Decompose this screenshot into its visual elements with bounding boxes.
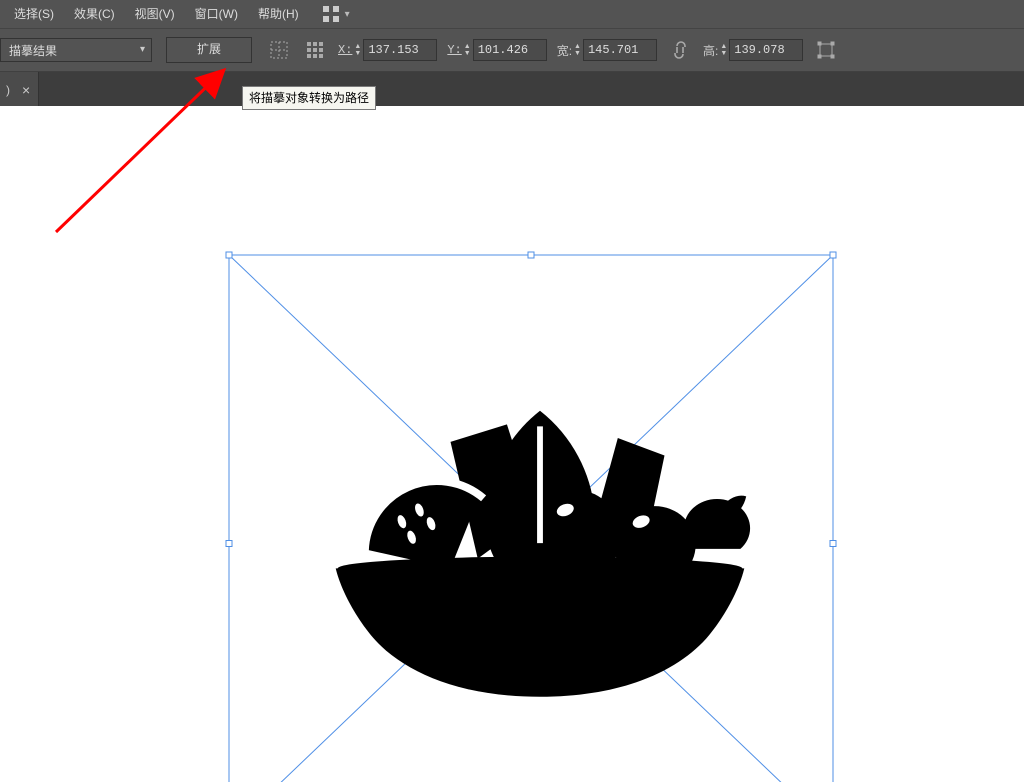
document-tab-bar: ) × [0,72,1024,109]
menu-window[interactable]: 窗口(W) [185,0,248,28]
expand-button[interactable]: 扩展 [166,37,252,63]
chevron-down-icon: ▾ [140,44,145,55]
menu-help[interactable]: 帮助(H) [248,0,309,28]
stepper-arrows-icon[interactable]: ▲▼ [464,43,471,57]
stepper-arrows-icon[interactable]: ▲▼ [354,43,361,57]
free-transform-icon[interactable] [813,37,839,63]
menu-bar: 选择(S) 效果(C) 视图(V) 窗口(W) 帮助(H) ▾ [0,0,1024,28]
y-field[interactable]: ▲▼ [464,39,547,61]
menu-view[interactable]: 视图(V) [125,0,185,28]
menu-effect[interactable]: 效果(C) [64,0,125,28]
canvas[interactable] [0,106,1024,782]
close-icon[interactable]: × [22,82,30,98]
h-label: 高: [703,42,718,59]
control-bar: 描摹结果 ▾ 扩展 X: ▲▼ Y: ▲▼ 宽: ▲▼ [0,28,1024,72]
y-input[interactable] [473,39,547,61]
document-tab-label: ) [0,83,16,97]
distribute-grid-icon[interactable] [302,37,328,63]
y-label: Y: [447,43,461,57]
tab-bar-spacer [38,72,1024,108]
h-field[interactable]: ▲▼ [720,39,803,61]
trace-preset-label: 描摹结果 [9,42,57,59]
link-wh-icon[interactable] [667,37,693,63]
stepper-arrows-icon[interactable]: ▲▼ [720,43,727,57]
w-input[interactable] [583,39,657,61]
menu-select[interactable]: 选择(S) [4,0,64,28]
trace-preset-dropdown[interactable]: 描摹结果 ▾ [0,38,152,62]
x-field[interactable]: ▲▼ [354,39,437,61]
chevron-down-icon[interactable]: ▾ [345,9,350,20]
w-label: 宽: [557,42,572,59]
w-field[interactable]: ▲▼ [574,39,657,61]
artwork-fruit-bowl[interactable] [326,403,754,705]
document-tab[interactable]: ) × [0,72,38,108]
expand-tooltip: 将描摹对象转换为路径 [242,86,376,110]
h-input[interactable] [729,39,803,61]
x-input[interactable] [363,39,437,61]
x-label: X: [338,43,352,57]
workspace-switcher-icon[interactable] [323,6,339,22]
align-dashed-icon[interactable] [266,37,292,63]
stepper-arrows-icon[interactable]: ▲▼ [574,43,581,57]
